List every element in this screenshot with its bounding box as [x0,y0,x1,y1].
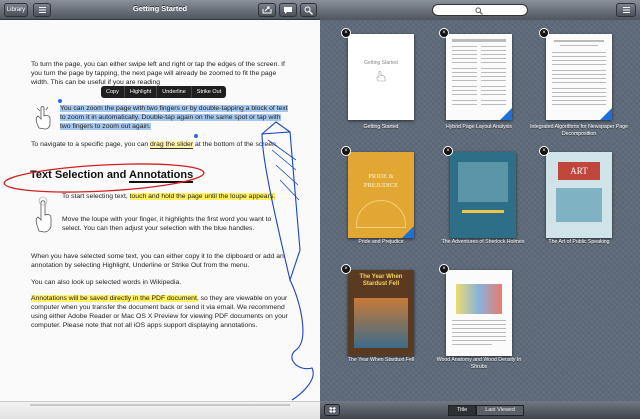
new-badge [500,108,512,120]
library-pane: Getting Started × Getting Started × Hybr… [320,0,640,419]
book-title: Getting Started [363,124,399,130]
chart-thumbnail [456,284,502,314]
book-title: Hybrid Page Layout Analysis [445,124,513,130]
delete-book-button[interactable]: × [439,264,449,274]
delete-book-button[interactable]: × [439,28,449,38]
dropbox-icon [329,407,336,413]
cover-ornament [356,200,406,228]
sort-by-last-viewed-tab[interactable]: Last Viewed [476,405,525,416]
cover-band [462,210,504,213]
text-lines [452,320,506,345]
book-title: The Adventures of Sherlock Holmes [441,239,525,245]
search-icon [475,7,483,15]
page-slider-track[interactable] [30,404,290,406]
cover-illustration [556,188,602,222]
dropbox-button[interactable] [324,404,340,416]
delete-book-button[interactable]: × [341,28,351,38]
list-icon [622,7,630,13]
delete-book-button[interactable]: × [341,146,351,156]
edit-button[interactable] [616,3,636,17]
book-title: The Year When Stardust Fell [347,357,415,363]
book-cover-sherlock-holmes[interactable] [450,152,516,238]
book-title: Pride and Prejudice [358,239,404,245]
sort-segmented-control: Title Last Viewed [448,405,525,416]
delete-book-button[interactable]: × [341,264,351,274]
hand-icon [376,70,386,82]
book-cover-hybrid-page[interactable] [446,34,512,120]
book-cover-pride-prejudice[interactable]: PRIDE & PREJUDICE [348,152,414,238]
book-cover-getting-started[interactable]: Getting Started [348,34,414,120]
cover-title: The Year When Stardust Fell [359,274,403,287]
book-cover-public-speaking[interactable]: ART [546,152,612,238]
cover-title: ART [558,162,600,180]
cover-illustration [458,162,508,202]
library-search-field[interactable] [432,4,528,16]
book-title: Integrated Algorithms for Newspaper Page… [530,124,628,137]
cover-title: Getting Started [364,60,398,66]
cover-illustration [354,298,408,348]
book-cover-newspaper-decomposition[interactable] [546,34,612,120]
ink-annotations[interactable] [0,0,320,419]
new-badge [402,226,414,238]
book-title: Wood Anatomy and Wood Density In Shrubs [436,357,522,370]
sort-by-title-tab[interactable]: Title [448,405,477,416]
delete-book-button[interactable]: × [443,146,453,156]
book-cover-stardust-fell[interactable]: The Year When Stardust Fell [348,270,414,356]
book-title: The Art of Public Speaking [548,239,610,245]
cover-title: PRIDE & PREJUDICE [363,173,399,189]
new-badge [600,108,612,120]
pdf-reader-pane: Library Getting Started To turn the page… [0,0,320,419]
delete-book-button[interactable]: × [539,28,549,38]
book-cover-wood-anatomy[interactable] [446,270,512,356]
delete-book-button[interactable]: × [539,146,549,156]
